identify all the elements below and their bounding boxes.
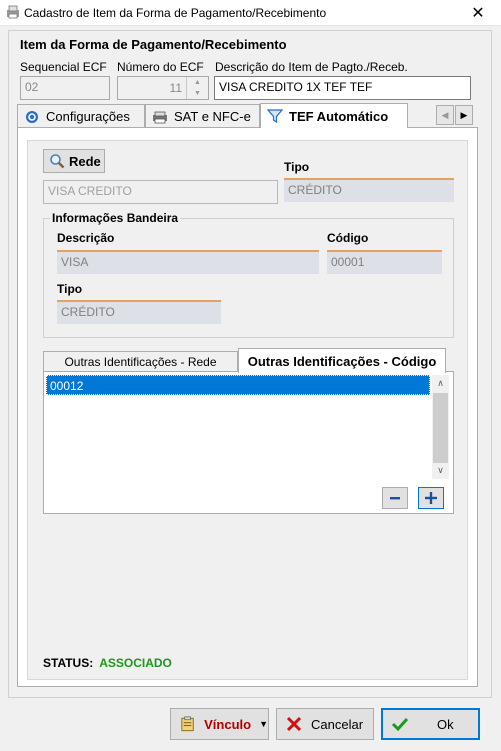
tab-scroll-left-button[interactable]: ◀	[436, 105, 454, 125]
list-item[interactable]: 00012	[46, 375, 430, 395]
ok-button[interactable]: Ok	[381, 708, 480, 740]
tipo-field: CRÉDITO	[284, 178, 454, 202]
status-line: STATUS: ASSOCIADO	[43, 656, 172, 670]
numero-value: 11	[169, 81, 182, 95]
rede-button-label: Rede	[69, 153, 101, 169]
vinculo-button[interactable]: Vínculo ▼	[170, 708, 269, 740]
rede-button[interactable]: Rede	[43, 149, 105, 173]
minus-icon	[390, 497, 400, 500]
gear-icon	[26, 110, 38, 123]
descricao-label: Descrição do Item de Pagto./Receb.	[215, 60, 408, 74]
printer-icon	[153, 111, 167, 123]
chevron-right-icon: ▶	[460, 109, 468, 120]
tab-label: SAT e NFC-e	[174, 109, 251, 124]
list-scrollbar[interactable]: ∧ ∨	[432, 375, 449, 479]
stepper-down-icon: ▼	[194, 90, 201, 97]
bandeira-descricao-label: Descrição	[57, 231, 115, 245]
close-icon	[286, 716, 302, 732]
title-bar: Cadastro de Item da Forma de Pagamento/R…	[0, 0, 501, 26]
group-title: Item da Forma de Pagamento/Recebimento	[20, 37, 287, 52]
bandeira-title: Informações Bandeira	[50, 211, 181, 225]
status-label: STATUS:	[43, 656, 94, 670]
tab-tef-automatico[interactable]: TEF Automático	[260, 103, 408, 128]
chevron-left-icon: ◀	[441, 109, 449, 120]
close-button[interactable]: ✕	[455, 0, 501, 26]
close-icon: ✕	[471, 5, 485, 22]
scroll-thumb[interactable]	[433, 393, 448, 463]
bandeira-codigo-field: 00001	[327, 250, 442, 274]
subtab-label: Outras Identificações - Rede	[64, 355, 217, 369]
identificacoes-tabs: Outras Identificações - Rede Outras Iden…	[43, 348, 454, 373]
bandeira-descricao-field: VISA	[57, 250, 319, 274]
add-button[interactable]	[418, 487, 444, 509]
remove-button[interactable]	[382, 487, 408, 509]
app-icon	[7, 5, 19, 19]
tipo-label: Tipo	[284, 160, 310, 174]
sequencial-label: Sequencial ECF	[20, 60, 107, 74]
cancel-label: Cancelar	[311, 716, 364, 732]
vinculo-label: Vínculo	[204, 716, 252, 732]
tab-scroll-right-button[interactable]: ▶	[455, 105, 473, 125]
rede-field: VISA CREDITO	[43, 180, 278, 204]
descricao-input[interactable]: VISA CREDITO 1X TEF TEF	[214, 76, 471, 100]
scroll-up-icon[interactable]: ∧	[432, 375, 449, 392]
numero-label: Número do ECF	[117, 60, 204, 74]
bandeira-codigo-label: Código	[327, 231, 369, 245]
tab-label: Configurações	[46, 109, 130, 124]
stepper-up-icon: ▲	[194, 79, 201, 86]
tab-configuracoes[interactable]: Configurações	[17, 104, 145, 128]
tab-outras-identificacoes-codigo[interactable]: Outras Identificações - Código	[238, 348, 446, 373]
main-tabs: Configurações SAT e NFC-e TEF Automático…	[17, 103, 478, 128]
plus-icon	[425, 492, 437, 504]
checkmark-icon	[391, 717, 409, 732]
bandeira-tipo-field: CRÉDITO	[57, 300, 221, 324]
status-value: ASSOCIADO	[99, 656, 172, 670]
sequencial-field: 02	[20, 76, 110, 100]
bandeira-tipo-label: Tipo	[57, 282, 83, 296]
tab-outras-identificacoes-rede[interactable]: Outras Identificações - Rede	[43, 351, 238, 372]
ok-label: Ok	[437, 716, 454, 732]
cancel-button[interactable]: Cancelar	[276, 708, 374, 740]
subtab-label: Outras Identificações - Código	[247, 353, 437, 369]
dropdown-arrow-icon: ▼	[259, 719, 268, 729]
tab-label: TEF Automático	[289, 108, 389, 124]
window-title: Cadastro de Item da Forma de Pagamento/R…	[24, 6, 327, 20]
filter-icon	[267, 109, 283, 124]
tab-sat-nfce[interactable]: SAT e NFC-e	[145, 104, 260, 128]
clipboard-icon	[181, 716, 194, 732]
scroll-down-icon[interactable]: ∨	[432, 462, 449, 479]
numero-stepper: 11 ▲ ▼	[117, 76, 209, 100]
search-icon	[50, 154, 65, 169]
